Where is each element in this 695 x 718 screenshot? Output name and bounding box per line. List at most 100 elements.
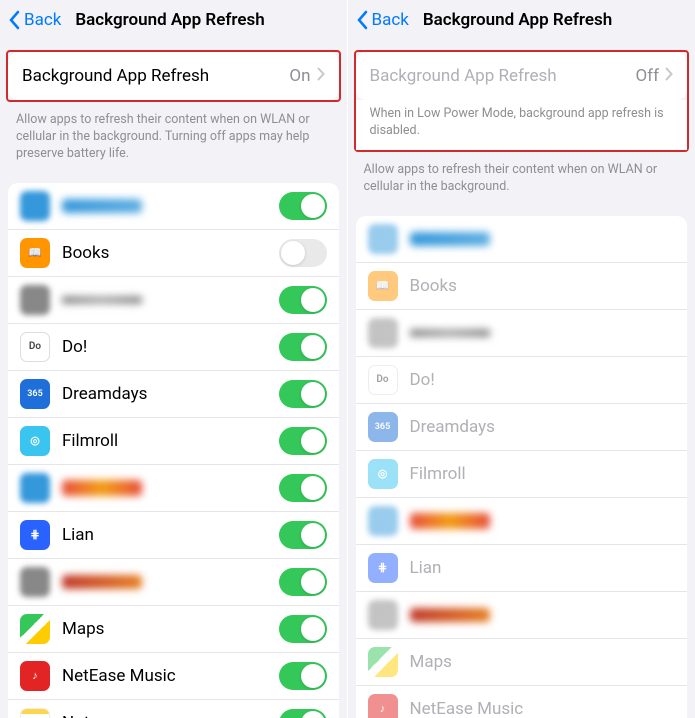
app-toggle[interactable] xyxy=(279,568,327,596)
app-row: Maps xyxy=(356,639,688,686)
app-row xyxy=(8,183,339,230)
app-row: ◎ Filmroll xyxy=(356,451,688,498)
app-name-label: Books xyxy=(410,276,676,296)
bar-setting-row[interactable]: Background App Refresh Off xyxy=(356,52,688,100)
app-icon: 📖 xyxy=(368,271,398,301)
app-row: 365 Dreamdays xyxy=(8,371,339,418)
app-name-label: Do! xyxy=(62,337,279,357)
app-list: 📖 Books Do Do! 365Dreamdays ◎ Filmroll ⋕ Lian Map… xyxy=(356,216,688,718)
app-row xyxy=(8,559,339,606)
app-row xyxy=(8,277,339,324)
app-toggle[interactable] xyxy=(279,662,327,690)
app-icon: Do xyxy=(368,365,398,395)
app-icon xyxy=(20,567,50,597)
app-name-label: Lian xyxy=(62,525,279,545)
back-label: Back xyxy=(24,10,61,30)
app-row xyxy=(356,216,688,263)
app-icon xyxy=(368,506,398,536)
app-toggle[interactable] xyxy=(279,474,327,502)
app-icon: ⋕ xyxy=(20,520,50,550)
chevron-right-icon xyxy=(665,66,673,86)
back-button[interactable]: Back xyxy=(356,10,409,30)
highlighted-setting: Background App Refresh On xyxy=(6,50,341,102)
app-row xyxy=(356,310,688,357)
back-label: Back xyxy=(372,10,409,30)
app-name-label: Maps xyxy=(410,652,676,672)
redacted-name xyxy=(410,329,490,337)
app-toggle[interactable] xyxy=(279,192,327,220)
app-icon: 365 xyxy=(368,412,398,442)
app-icon: ♪ xyxy=(368,694,398,718)
app-icon xyxy=(368,647,398,677)
panel-on: Back Background App Refresh Background A… xyxy=(0,0,348,718)
chevron-left-icon xyxy=(8,10,20,30)
app-row: ◎Filmroll xyxy=(8,418,339,465)
redacted-name xyxy=(410,608,490,622)
app-icon: ⋕ xyxy=(368,553,398,583)
app-name-label: NetEase Music xyxy=(62,666,279,686)
app-row: ♪ NetEase Music xyxy=(356,686,688,718)
app-icon xyxy=(368,224,398,254)
app-toggle[interactable] xyxy=(279,333,327,361)
redacted-name xyxy=(62,575,142,589)
app-row: ♪ NetEase Music xyxy=(8,653,339,700)
low-power-text: When in Low Power Mode, background app r… xyxy=(356,100,688,150)
app-toggle[interactable] xyxy=(279,709,327,718)
app-icon: 365 xyxy=(20,379,50,409)
app-toggle[interactable] xyxy=(279,615,327,643)
app-list: 📖 Books Do Do! 365 Dreamdays ◎Filmroll ⋕ Lian Map… xyxy=(8,183,339,718)
app-row: Do Do! xyxy=(356,357,688,404)
app-icon xyxy=(20,191,50,221)
app-row: ⋕ Lian xyxy=(356,545,688,592)
header: Back Background App Refresh xyxy=(348,0,695,40)
redacted-name xyxy=(62,199,142,213)
bar-setting-row[interactable]: Background App Refresh On xyxy=(8,52,339,100)
app-row xyxy=(356,498,688,545)
page-title: Background App Refresh xyxy=(75,10,264,30)
redacted-name xyxy=(410,513,490,529)
app-icon: ♪ xyxy=(20,661,50,691)
redacted-name xyxy=(62,296,142,304)
app-name-label: Dreamdays xyxy=(62,384,279,404)
app-icon: 📖 xyxy=(20,238,50,268)
app-icon xyxy=(20,708,50,718)
app-name-label: Books xyxy=(62,243,279,263)
app-icon xyxy=(368,600,398,630)
redacted-name xyxy=(410,232,490,246)
app-name-label: Maps xyxy=(62,619,279,639)
explain-text: Allow apps to refresh their content when… xyxy=(0,104,347,167)
app-row: 365Dreamdays xyxy=(356,404,688,451)
panel-off: Back Background App Refresh Background A… xyxy=(348,0,695,718)
bar-setting-value: On xyxy=(289,66,324,86)
app-name-label: Filmroll xyxy=(62,431,279,451)
page-title: Background App Refresh xyxy=(423,10,612,30)
explain-text: Allow apps to refresh their content when… xyxy=(348,154,695,200)
app-toggle[interactable] xyxy=(279,427,327,455)
app-toggle[interactable] xyxy=(279,239,327,267)
app-icon xyxy=(20,473,50,503)
app-icon xyxy=(368,318,398,348)
app-name-label: Notes xyxy=(62,713,279,718)
app-icon: Do xyxy=(20,332,50,362)
header: Back Background App Refresh xyxy=(0,0,347,40)
app-row: 📖 Books xyxy=(8,230,339,277)
app-name-label: Do! xyxy=(410,370,676,390)
app-toggle[interactable] xyxy=(279,380,327,408)
chevron-left-icon xyxy=(356,10,368,30)
app-row xyxy=(356,592,688,639)
app-row xyxy=(8,465,339,512)
redacted-name xyxy=(62,480,142,496)
bar-setting-label: Background App Refresh xyxy=(370,66,557,86)
app-row: Notes xyxy=(8,700,339,718)
highlighted-setting: Background App Refresh Off When in Low P… xyxy=(354,50,690,152)
app-toggle[interactable] xyxy=(279,286,327,314)
app-toggle[interactable] xyxy=(279,521,327,549)
bar-setting-value: Off xyxy=(635,66,673,86)
app-row: Maps xyxy=(8,606,339,653)
app-name-label: Filmroll xyxy=(410,464,676,484)
app-name-label: NetEase Music xyxy=(410,699,676,718)
app-row: 📖 Books xyxy=(356,263,688,310)
app-name-label: Lian xyxy=(410,558,676,578)
back-button[interactable]: Back xyxy=(8,10,61,30)
app-icon: ◎ xyxy=(368,459,398,489)
